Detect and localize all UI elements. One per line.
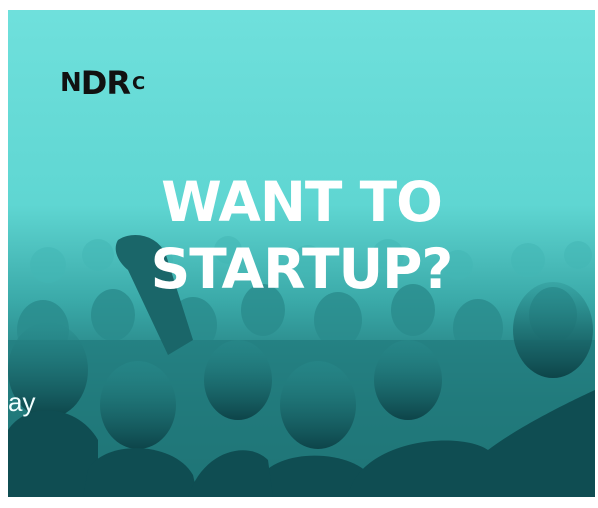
ndrc-logo: N D R C (60, 64, 145, 102)
logo-letter-c: C (131, 72, 145, 94)
startup-ad-banner[interactable]: N D R C WANT TO STARTUP? ay (8, 10, 595, 497)
headline-line-2: STARTUP? (150, 237, 454, 301)
headline-line-1: WANT TO (161, 170, 443, 234)
logo-letter-d: D (80, 64, 108, 102)
ad-frame: N D R C WANT TO STARTUP? ay (0, 0, 598, 508)
logo-letter-n: N (60, 68, 82, 98)
partial-side-text: ay (8, 387, 36, 417)
logo-letter-r: R (106, 64, 131, 102)
